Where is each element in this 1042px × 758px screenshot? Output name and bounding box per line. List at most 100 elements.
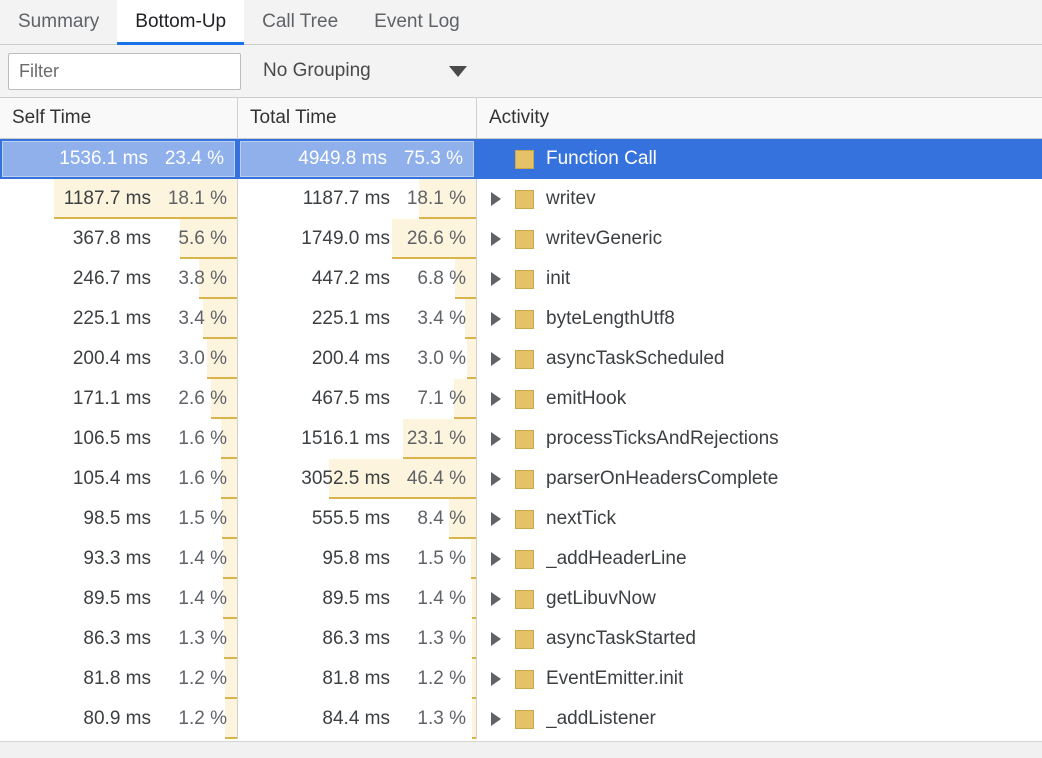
table-row[interactable]: 225.1 ms 3.4 % 225.1 ms 3.4 % byteLengthUtf8 <box>0 299 1042 339</box>
column-header-activity[interactable]: Activity <box>477 98 1042 138</box>
expand-triangle-icon[interactable] <box>485 632 507 646</box>
total-time-percent: 3.4 % <box>417 308 466 329</box>
chevron-right-icon <box>491 352 501 366</box>
cell-activity: byteLengthUtf8 <box>477 299 1042 339</box>
table-row[interactable]: 80.9 ms 1.2 % 84.4 ms 1.3 % _addListener <box>0 699 1042 739</box>
total-time-bar <box>471 539 476 579</box>
total-time-ms: 4949.8 ms <box>298 148 387 169</box>
expand-triangle-icon[interactable] <box>485 512 507 526</box>
table-row[interactable]: 200.4 ms 3.0 % 200.4 ms 3.0 % asyncTaskSched… <box>0 339 1042 379</box>
total-time-ms: 3052.5 ms <box>301 468 390 489</box>
grouping-dropdown[interactable]: No Grouping <box>263 53 467 90</box>
activity-label: EventEmitter.init <box>546 668 684 689</box>
activity-color-swatch-icon <box>515 349 534 369</box>
table-row[interactable]: 105.4 ms 1.6 % 3052.5 ms 46.4 % parserOnHead… <box>0 459 1042 499</box>
self-time-ms: 246.7 ms <box>72 268 151 289</box>
cell-activity: Function Call <box>477 139 1042 179</box>
cell-self-time: 81.8 ms 1.2 % <box>0 659 238 699</box>
expand-triangle-icon[interactable] <box>485 312 507 326</box>
expand-triangle-icon[interactable] <box>485 272 507 286</box>
expand-triangle-icon[interactable] <box>485 192 507 206</box>
cell-self-time: 106.5 ms 1.6 % <box>0 419 238 459</box>
total-time-bar <box>471 619 476 659</box>
activity-color-swatch-icon <box>515 389 534 409</box>
tab-call-tree[interactable]: Call Tree <box>244 0 356 44</box>
total-time-percent: 1.5 % <box>417 548 466 569</box>
expand-triangle-icon[interactable] <box>485 352 507 366</box>
table-row[interactable]: 246.7 ms 3.8 % 447.2 ms 6.8 % init <box>0 259 1042 299</box>
cell-total-time: 200.4 ms 3.0 % <box>238 339 477 379</box>
cell-self-time: 105.4 ms 1.6 % <box>0 459 238 499</box>
table-row[interactable]: 98.5 ms 1.5 % 555.5 ms 8.4 % nextTick <box>0 499 1042 539</box>
total-time-bar <box>465 299 476 339</box>
self-time-ms: 367.8 ms <box>72 228 151 249</box>
total-time-percent: 1.3 % <box>417 628 466 649</box>
total-time-ms: 86.3 ms <box>322 628 390 649</box>
expand-triangle-icon[interactable] <box>485 672 507 686</box>
cell-total-time: 3052.5 ms 46.4 % <box>238 459 477 499</box>
column-header-self-time[interactable]: Self Time <box>0 98 238 138</box>
expand-triangle-icon[interactable] <box>485 432 507 446</box>
cell-activity: init <box>477 259 1042 299</box>
total-time-ms: 447.2 ms <box>311 268 390 289</box>
self-time-ms: 89.5 ms <box>83 588 151 609</box>
chevron-right-icon <box>491 272 501 286</box>
expand-triangle-icon[interactable] <box>485 712 507 726</box>
self-time-percent: 1.3 % <box>178 628 227 649</box>
activity-color-swatch-icon <box>515 189 534 209</box>
expand-triangle-icon[interactable] <box>485 232 507 246</box>
self-time-ms: 200.4 ms <box>72 348 151 369</box>
tab-bottom-up[interactable]: Bottom-Up <box>117 0 245 45</box>
expand-triangle-icon[interactable] <box>485 472 507 486</box>
table-row[interactable]: 89.5 ms 1.4 % 89.5 ms 1.4 % getLibuvNow <box>0 579 1042 619</box>
tab-event-log[interactable]: Event Log <box>356 0 478 44</box>
table-row[interactable]: 93.3 ms 1.4 % 95.8 ms 1.5 % _addHeaderLine <box>0 539 1042 579</box>
table-row[interactable]: 1536.1 ms 23.4 % 4949.8 ms 75.3 % Function C… <box>0 139 1042 179</box>
cell-activity: _addListener <box>477 699 1042 739</box>
total-time-percent: 46.4 % <box>406 468 466 489</box>
expand-triangle-icon[interactable] <box>485 592 507 606</box>
tab-summary[interactable]: Summary <box>0 0 117 44</box>
table-row[interactable]: 81.8 ms 1.2 % 81.8 ms 1.2 % EventEmitter.ini… <box>0 659 1042 699</box>
chevron-right-icon <box>491 472 501 486</box>
total-time-ms: 1749.0 ms <box>301 228 390 249</box>
cell-total-time: 1516.1 ms 23.1 % <box>238 419 477 459</box>
performance-bottom-up-panel: SummaryBottom-UpCall TreeEvent Log No Gr… <box>0 0 1042 758</box>
cell-total-time: 89.5 ms 1.4 % <box>238 579 477 619</box>
activity-label: parserOnHeadersComplete <box>546 468 779 489</box>
cell-total-time: 555.5 ms 8.4 % <box>238 499 477 539</box>
chevron-right-icon <box>491 392 501 406</box>
total-time-ms: 225.1 ms <box>311 308 390 329</box>
total-time-percent: 18.1 % <box>406 188 466 209</box>
activity-color-swatch-icon <box>515 149 534 169</box>
cell-activity: writevGeneric <box>477 219 1042 259</box>
cell-total-time: 1187.7 ms 18.1 % <box>238 179 477 219</box>
expand-triangle-icon[interactable] <box>485 552 507 566</box>
cell-self-time: 246.7 ms 3.8 % <box>0 259 238 299</box>
cell-activity: parserOnHeadersComplete <box>477 459 1042 499</box>
grouping-label: No Grouping <box>263 60 371 81</box>
self-time-percent: 2.6 % <box>178 388 227 409</box>
activity-color-swatch-icon <box>515 269 534 289</box>
total-time-percent: 6.8 % <box>417 268 466 289</box>
self-time-percent: 3.8 % <box>178 268 227 289</box>
table-row[interactable]: 86.3 ms 1.3 % 86.3 ms 1.3 % asyncTaskStarted <box>0 619 1042 659</box>
cell-self-time: 225.1 ms 3.4 % <box>0 299 238 339</box>
table-row[interactable]: 1187.7 ms 18.1 % 1187.7 ms 18.1 % writev <box>0 179 1042 219</box>
column-header-total-time[interactable]: Total Time <box>238 98 477 138</box>
filter-input[interactable] <box>8 52 241 90</box>
activity-label: Function Call <box>546 148 657 169</box>
total-time-percent: 26.6 % <box>406 228 466 249</box>
expand-triangle-icon[interactable] <box>485 392 507 406</box>
table-row[interactable]: 171.1 ms 2.6 % 467.5 ms 7.1 % emitHook <box>0 379 1042 419</box>
horizontal-scroll-strip[interactable] <box>0 741 1042 758</box>
total-time-ms: 200.4 ms <box>311 348 390 369</box>
cell-activity: asyncTaskStarted <box>477 619 1042 659</box>
total-time-percent: 3.0 % <box>417 348 466 369</box>
table-row[interactable]: 106.5 ms 1.6 % 1516.1 ms 23.1 % processTicks… <box>0 419 1042 459</box>
self-time-percent: 1.4 % <box>178 588 227 609</box>
table-row[interactable]: 367.8 ms 5.6 % 1749.0 ms 26.6 % writevGeneri… <box>0 219 1042 259</box>
total-time-percent: 75.3 % <box>403 148 463 169</box>
self-time-ms: 81.8 ms <box>83 668 151 689</box>
chevron-right-icon <box>491 312 501 326</box>
